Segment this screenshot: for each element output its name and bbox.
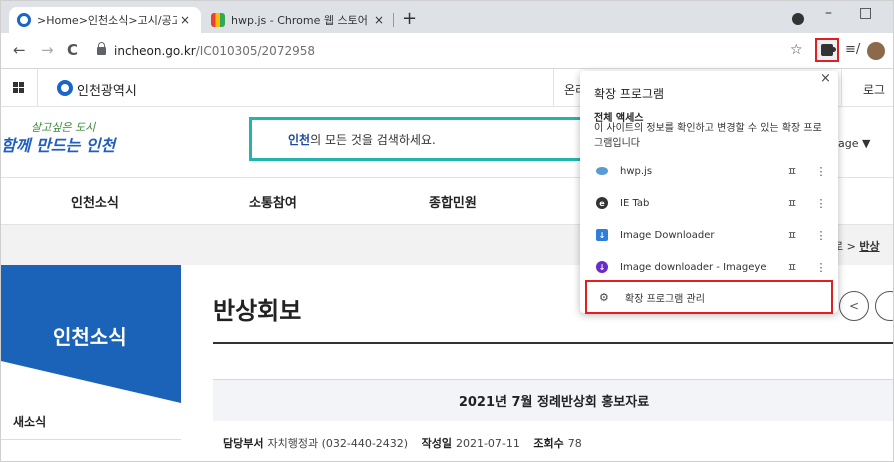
- manage-extensions-label: 확장 프로그램 관리: [625, 293, 705, 305]
- address-bar[interactable]: incheon.go.kr /IC010305/2072958: [91, 39, 781, 63]
- puzzle-icon: [821, 44, 836, 56]
- extensions-button[interactable]: [815, 38, 839, 62]
- post-title: 2021년 7월 정례반상회 홍보자료: [213, 379, 893, 421]
- meta-value-views: 78: [567, 437, 582, 450]
- tab-separator: [393, 13, 394, 27]
- extension-row-hwpjs[interactable]: hwp.js ㅍ ⋮: [580, 155, 838, 187]
- extensions-popup: 확장 프로그램 × 전체 액세스 이 사이트의 정보를 확인하고 변경할 수 있…: [580, 71, 838, 313]
- share-icon: <: [848, 299, 860, 313]
- back-button[interactable]: ←: [13, 41, 26, 59]
- pin-icon[interactable]: ㅍ: [784, 163, 800, 179]
- slogan-line-1: 살고싶은 도시: [31, 121, 96, 134]
- divider: [841, 69, 842, 107]
- breadcrumb: 로 > 반상: [833, 238, 880, 254]
- extension-name: IE Tab: [620, 197, 650, 209]
- post-meta: 담당부서 자치행정과 (032-440-2432) 작성일 2021-07-11 조…: [223, 435, 582, 451]
- pin-icon[interactable]: ㅍ: [784, 259, 800, 275]
- sidebar-header: 인천소식: [1, 265, 181, 403]
- close-tab-icon[interactable]: ×: [177, 13, 193, 27]
- tab-title: hwp.js - Chrome 웹 스토어: [231, 14, 368, 27]
- maximize-button[interactable]: □: [859, 5, 872, 21]
- site-search-input[interactable]: 인천 의 모든 것을 검색하세요.: [249, 117, 589, 161]
- screenshot-frame: >Home>인천소식>고시/공고/시 × hwp.js - Chrome 웹 스…: [0, 0, 894, 462]
- avatar[interactable]: [867, 42, 885, 60]
- site-name[interactable]: 인천광역시: [77, 80, 137, 99]
- image-downloader-icon: ↓: [596, 229, 608, 241]
- sidebar-item-news[interactable]: 새소식: [13, 413, 46, 430]
- divider: [37, 69, 38, 107]
- reload-button[interactable]: C: [67, 41, 78, 59]
- tab-hwpjs[interactable]: hwp.js - Chrome 웹 스토어 ×: [203, 7, 395, 33]
- ie-tab-icon: e: [596, 197, 608, 209]
- slogan-line-2: 함께 만드는 인천: [1, 136, 116, 155]
- print-button[interactable]: [875, 291, 893, 321]
- minimize-button[interactable]: –: [825, 5, 832, 21]
- page-title: 반상회보: [213, 297, 302, 325]
- sidebar-title: 인천소식: [53, 325, 127, 349]
- tab-incheon[interactable]: >Home>인천소식>고시/공고/시 ×: [9, 7, 201, 33]
- extension-name: hwp.js: [620, 165, 653, 177]
- gear-icon: ⚙: [599, 290, 609, 304]
- close-icon[interactable]: ×: [820, 71, 831, 86]
- imageye-icon: ↓: [596, 261, 608, 273]
- tab-title: >Home>인천소식>고시/공고/시: [37, 14, 177, 27]
- nav-item-civil-service[interactable]: 종합민원: [429, 192, 477, 211]
- divider: [553, 69, 554, 107]
- meta-value-date: 2021-07-11: [455, 437, 520, 450]
- more-options-icon[interactable]: ⋮: [814, 261, 828, 274]
- share-button[interactable]: <: [839, 291, 869, 321]
- chrome-webstore-favicon: [211, 13, 225, 27]
- url-domain: incheon.go.kr: [114, 44, 196, 58]
- sidebar-wedge-shape: [1, 361, 181, 403]
- extension-name: Image downloader - Imageye: [620, 261, 767, 273]
- login-link[interactable]: 로그: [863, 81, 885, 98]
- hwp-icon: [596, 167, 608, 175]
- nav-item-participation[interactable]: 소통참여: [249, 192, 297, 211]
- close-tab-icon[interactable]: ×: [371, 13, 387, 27]
- incheon-favicon: [17, 13, 31, 27]
- nav-item-news[interactable]: 인천소식: [71, 192, 119, 211]
- more-options-icon[interactable]: ⋮: [814, 229, 828, 242]
- manage-extensions-button[interactable]: ⚙ 확장 프로그램 관리: [585, 280, 833, 314]
- pin-icon[interactable]: ㅍ: [784, 227, 800, 243]
- divider: [1, 439, 181, 440]
- forward-button[interactable]: →: [41, 41, 54, 59]
- meta-value-dept: 자치행정과 (032-440-2432): [267, 437, 409, 450]
- new-tab-button[interactable]: +: [402, 8, 417, 29]
- more-options-icon[interactable]: ⋮: [814, 197, 828, 210]
- popup-section-description: 이 사이트의 정보를 확인하고 변경할 수 있는 확장 프로그램입니다: [594, 123, 822, 149]
- extension-row-image-downloader[interactable]: ↓ Image Downloader ㅍ ⋮: [580, 219, 838, 251]
- extension-row-ietab[interactable]: e IE Tab ㅍ ⋮: [580, 187, 838, 219]
- browser-toolbar: ← → C incheon.go.kr /IC010305/2072958 ☆ …: [1, 33, 893, 69]
- meta-label-date: 작성일: [421, 437, 452, 450]
- meta-label-dept: 담당부서: [223, 437, 264, 450]
- meta-label-views: 조회수: [533, 437, 564, 450]
- breadcrumb-current[interactable]: 반상: [859, 240, 879, 253]
- pin-icon[interactable]: ㅍ: [784, 195, 800, 211]
- all-menu-grid-icon[interactable]: [13, 82, 24, 93]
- media-control-icon[interactable]: ≡/: [845, 42, 860, 57]
- more-options-icon[interactable]: ⋮: [814, 165, 828, 178]
- search-keyword: 인천: [288, 132, 311, 147]
- incheon-logo-icon[interactable]: [57, 80, 73, 96]
- extension-row-imageye[interactable]: ↓ Image downloader - Imageye ㅍ ⋮: [580, 251, 838, 283]
- lock-icon: [97, 42, 106, 55]
- profile-indicator-icon[interactable]: [792, 13, 804, 25]
- url-path: /IC010305/2072958: [195, 44, 315, 58]
- city-slogan: 살고싶은 도시 함께 만드는 인천: [1, 119, 121, 155]
- browser-tab-strip: >Home>인천소식>고시/공고/시 × hwp.js - Chrome 웹 스…: [1, 1, 893, 33]
- extension-name: Image Downloader: [620, 229, 715, 241]
- bookmark-star-icon[interactable]: ☆: [790, 42, 803, 58]
- title-divider: [213, 342, 893, 344]
- search-placeholder: 의 모든 것을 검색하세요.: [310, 132, 436, 147]
- popup-title: 확장 프로그램: [594, 87, 665, 101]
